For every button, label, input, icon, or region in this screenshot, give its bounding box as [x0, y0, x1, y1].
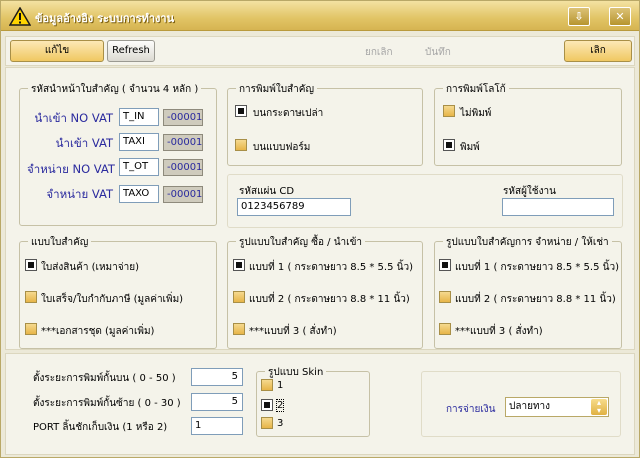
edit-button[interactable]: แก้ไข	[10, 40, 104, 62]
port-label: PORT ลิ้นชักเก็บเงิน (1 หรือ 2)	[33, 422, 168, 433]
skin-group: รูปแบบ Skin	[256, 365, 370, 437]
window-title: ข้อมูลอ้างอิง ระบบการทำงาน	[35, 12, 175, 25]
doc-type-group-legend: แบบใบสำคัญ	[28, 235, 92, 250]
skin-1-checkbox[interactable]	[261, 379, 273, 391]
doc-type-delivery-checkbox[interactable]	[25, 259, 37, 271]
warning-triangle-icon	[9, 7, 31, 26]
close-button[interactable]: ✕	[609, 7, 631, 26]
margin-left-label: ตั้งระยะการพิมพ์กั้นซ้าย ( 0 - 30 )	[33, 398, 181, 409]
prefix-suffix-out-vat: -00001	[163, 186, 203, 203]
prefix-input-out-novat[interactable]: T_OT	[119, 158, 159, 176]
print-doc-blank-label: บนกระดาษเปล่า	[253, 108, 324, 119]
sell-format-2-checkbox[interactable]	[439, 291, 451, 303]
prefix-group-legend: รหัสนำหน้าใบสำคัญ ( จำนวน 4 หลัก )	[28, 82, 202, 97]
minimize-button[interactable]: ⇩	[568, 7, 590, 26]
doc-type-delivery-label: ใบส่งสินค้า (เหมาจ่าย)	[41, 262, 139, 273]
skin-group-legend: รูปแบบ Skin	[265, 365, 327, 380]
prefix-label-in-vat: นำเข้า VAT	[55, 136, 113, 150]
user-code-label: รหัสผู้ใช้งาน	[503, 186, 556, 197]
prefix-input-out-vat[interactable]: TAXO	[119, 185, 159, 203]
print-doc-blank-checkbox[interactable]	[235, 105, 247, 117]
buy-format-2-checkbox[interactable]	[233, 291, 245, 303]
margin-top-input[interactable]: 5	[191, 368, 243, 386]
sell-format-1-checkbox[interactable]	[439, 259, 451, 271]
print-logo-yes-label: พิมพ์	[460, 142, 480, 153]
margin-top-label: ตั้งระยะการพิมพ์กั้นบน ( 0 - 50 )	[33, 373, 176, 384]
skin-2-label: 2	[275, 399, 285, 412]
sell-format-3-checkbox[interactable]	[439, 323, 451, 335]
user-code-input[interactable]	[502, 198, 614, 216]
minimize-icon: ⇩	[574, 10, 584, 23]
cd-code-input[interactable]: 0123456789	[237, 198, 351, 216]
payment-select-value: ปลายทาง	[509, 401, 551, 412]
skin-3-label: 3	[277, 418, 284, 429]
payment-select[interactable]: ปลายทาง ▴ ▾	[505, 397, 609, 417]
prefix-suffix-in-novat: -00001	[163, 109, 203, 126]
save-button: บันทึก	[425, 47, 451, 58]
refresh-button[interactable]: Refresh	[107, 40, 155, 62]
cancel-button: ยกเลิก	[365, 47, 393, 58]
prefix-label-out-vat: จำหน่าย VAT	[46, 187, 113, 201]
skin-3-checkbox[interactable]	[261, 417, 273, 429]
print-logo-group-legend: การพิมพ์โลโก้	[443, 82, 509, 97]
buy-format-1-checkbox[interactable]	[233, 259, 245, 271]
sell-format-2-label: แบบที่ 2 ( กระดาษยาว 8.8 * 11 นิ้ว)	[455, 294, 616, 305]
sell-format-1-label: แบบที่ 1 ( กระดาษยาว 8.5 * 5.5 นิ้ว)	[455, 262, 619, 273]
buy-format-3-checkbox[interactable]	[233, 323, 245, 335]
prefix-input-in-novat[interactable]: T_IN	[119, 108, 159, 126]
port-input[interactable]: 1	[191, 417, 243, 435]
chevron-updown-icon[interactable]: ▴ ▾	[591, 399, 607, 415]
close-icon: ✕	[615, 10, 625, 23]
title-bar[interactable]: ข้อมูลอ้างอิง ระบบการทำงาน ⇩ ✕	[1, 1, 639, 31]
prefix-suffix-in-vat: -00001	[163, 134, 203, 151]
prefix-suffix-out-novat: -00001	[163, 159, 203, 176]
doc-type-receipt-checkbox[interactable]	[25, 291, 37, 303]
prefix-label-out-novat: จำหน่าย NO VAT	[27, 162, 115, 176]
sell-format-group-legend: รูปแบบใบสำคัญการ จำหน่าย / ให้เช่า	[443, 235, 612, 250]
print-doc-form-checkbox[interactable]	[235, 139, 247, 151]
prefix-label-in-novat: นำเข้า NO VAT	[34, 111, 113, 125]
exit-button[interactable]: เลิก	[564, 40, 632, 62]
sell-format-3-label: ***แบบที่ 3 ( สั่งทำ)	[455, 326, 543, 337]
doc-type-set-label: ***เอกสารชุด (มูลค่าเพิ่ม)	[41, 326, 155, 337]
buy-format-2-label: แบบที่ 2 ( กระดาษยาว 8.8 * 11 นิ้ว)	[249, 294, 410, 305]
skin-1-label: 1	[277, 380, 284, 391]
buy-format-group-legend: รูปแบบใบสำคัญ ซื้อ / นำเข้า	[236, 235, 366, 250]
print-logo-no-checkbox[interactable]	[443, 105, 455, 117]
print-doc-form-label: บนแบบฟอร์ม	[253, 142, 311, 153]
reference-data-window: ข้อมูลอ้างอิง ระบบการทำงาน ⇩ ✕ แก้ไข Ref…	[0, 0, 640, 458]
print-logo-no-label: ไม่พิมพ์	[460, 108, 492, 119]
doc-type-set-checkbox[interactable]	[25, 323, 37, 335]
print-doc-group-legend: การพิมพ์ใบสำคัญ	[236, 82, 317, 97]
payment-label: การจ่ายเงิน	[446, 404, 496, 415]
print-logo-yes-checkbox[interactable]	[443, 139, 455, 151]
doc-type-receipt-label: ใบเสร็จ/ใบกำกับภาษี (มูลค่าเพิ่ม)	[41, 294, 184, 305]
buy-format-3-label: ***แบบที่ 3 ( สั่งทำ)	[249, 326, 337, 337]
buy-format-1-label: แบบที่ 1 ( กระดาษยาว 8.5 * 5.5 นิ้ว)	[249, 262, 413, 273]
margin-left-input[interactable]: 5	[191, 393, 243, 411]
cd-code-label: รหัสแผ่น CD	[239, 186, 295, 197]
skin-2-checkbox[interactable]	[261, 399, 273, 411]
prefix-input-in-vat[interactable]: TAXI	[119, 133, 159, 151]
